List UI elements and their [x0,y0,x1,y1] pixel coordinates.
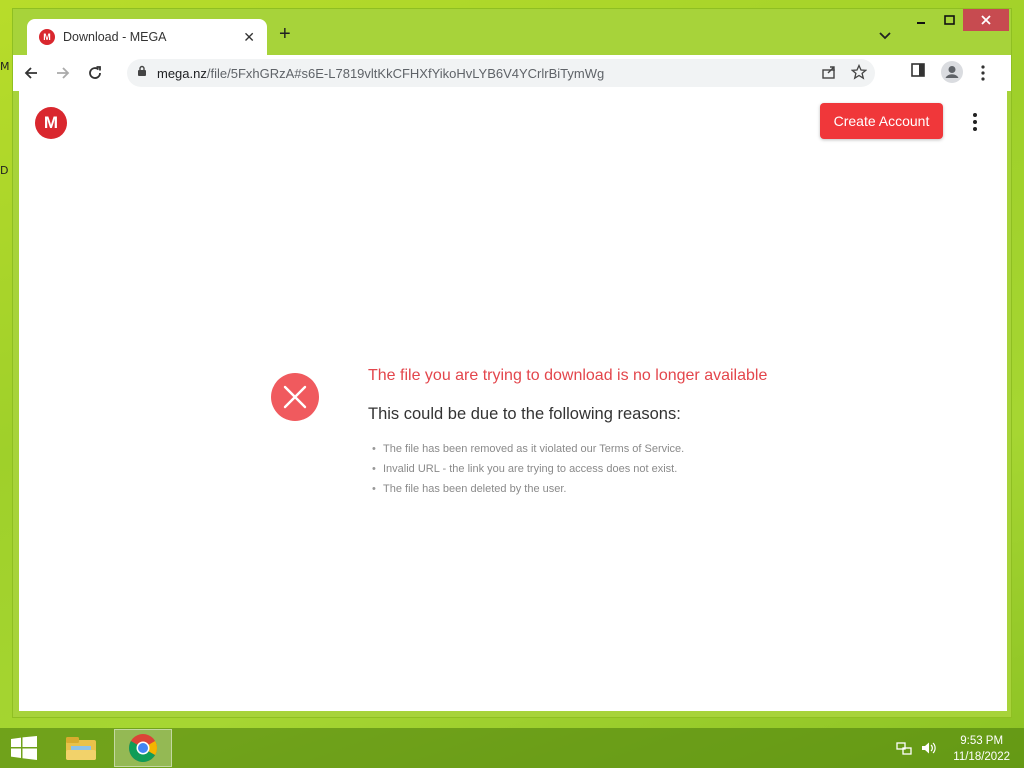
share-icon[interactable] [821,64,837,85]
mega-favicon-icon: M [39,29,55,45]
list-item: The file has been removed as it violated… [372,439,684,459]
new-tab-button[interactable]: + [279,23,291,46]
minimize-button[interactable] [907,9,935,31]
tab-search-icon[interactable] [879,27,891,45]
error-x-icon [271,373,319,421]
clock-time: 9:53 PM [960,735,1004,747]
create-account-button[interactable]: Create Account [820,103,943,139]
browser-toolbar: mega.nz/file/5FxhGRzA#s6E-L7819vltKkCFHX… [13,55,1011,91]
browser-menu-icon[interactable] [981,65,985,81]
page-content: M Create Account The file you are trying… [19,91,1007,711]
list-item: Invalid URL - the link you are trying to… [372,459,684,479]
reload-button[interactable] [81,59,109,87]
address-bar[interactable]: mega.nz/file/5FxhGRzA#s6E-L7819vltKkCFHX… [127,59,875,87]
mega-logo[interactable]: M [35,107,67,139]
clock[interactable]: 9:53 PM 11/18/2022 [953,733,1010,765]
title-bar: M Download - MEGA ✕ + [13,9,1011,55]
error-subtitle: This could be due to the following reaso… [368,405,681,423]
profile-avatar-icon[interactable] [941,61,963,83]
back-button[interactable] [17,59,45,87]
taskbar: 9:53 PM 11/18/2022 [0,728,1024,768]
browser-window: M Download - MEGA ✕ + mega.nz/file/5FxhG… [12,8,1012,718]
error-title: The file you are trying to download is n… [368,367,768,384]
reasons-list: The file has been removed as it violated… [372,439,684,499]
close-window-button[interactable] [963,9,1009,31]
more-options-icon[interactable] [969,113,981,133]
system-tray [896,740,936,761]
maximize-button[interactable] [935,9,963,31]
side-panel-icon[interactable] [911,63,925,77]
url-text: mega.nz/file/5FxhGRzA#s6E-L7819vltKkCFHX… [157,65,605,81]
windows-start-icon[interactable] [10,736,38,760]
close-tab-icon[interactable]: ✕ [243,29,255,46]
browser-tab[interactable]: M Download - MEGA ✕ [27,19,267,55]
tab-title: Download - MEGA [63,30,167,44]
lock-icon[interactable] [137,64,147,82]
file-explorer-icon[interactable] [60,730,102,766]
network-icon[interactable] [896,740,912,761]
list-item: The file has been deleted by the user. [372,479,684,499]
chrome-taskbar-icon[interactable] [114,729,172,767]
clock-date: 11/18/2022 [953,751,1010,763]
bookmark-star-icon[interactable] [850,63,868,85]
volume-icon[interactable] [920,740,936,761]
forward-button[interactable] [49,59,77,87]
